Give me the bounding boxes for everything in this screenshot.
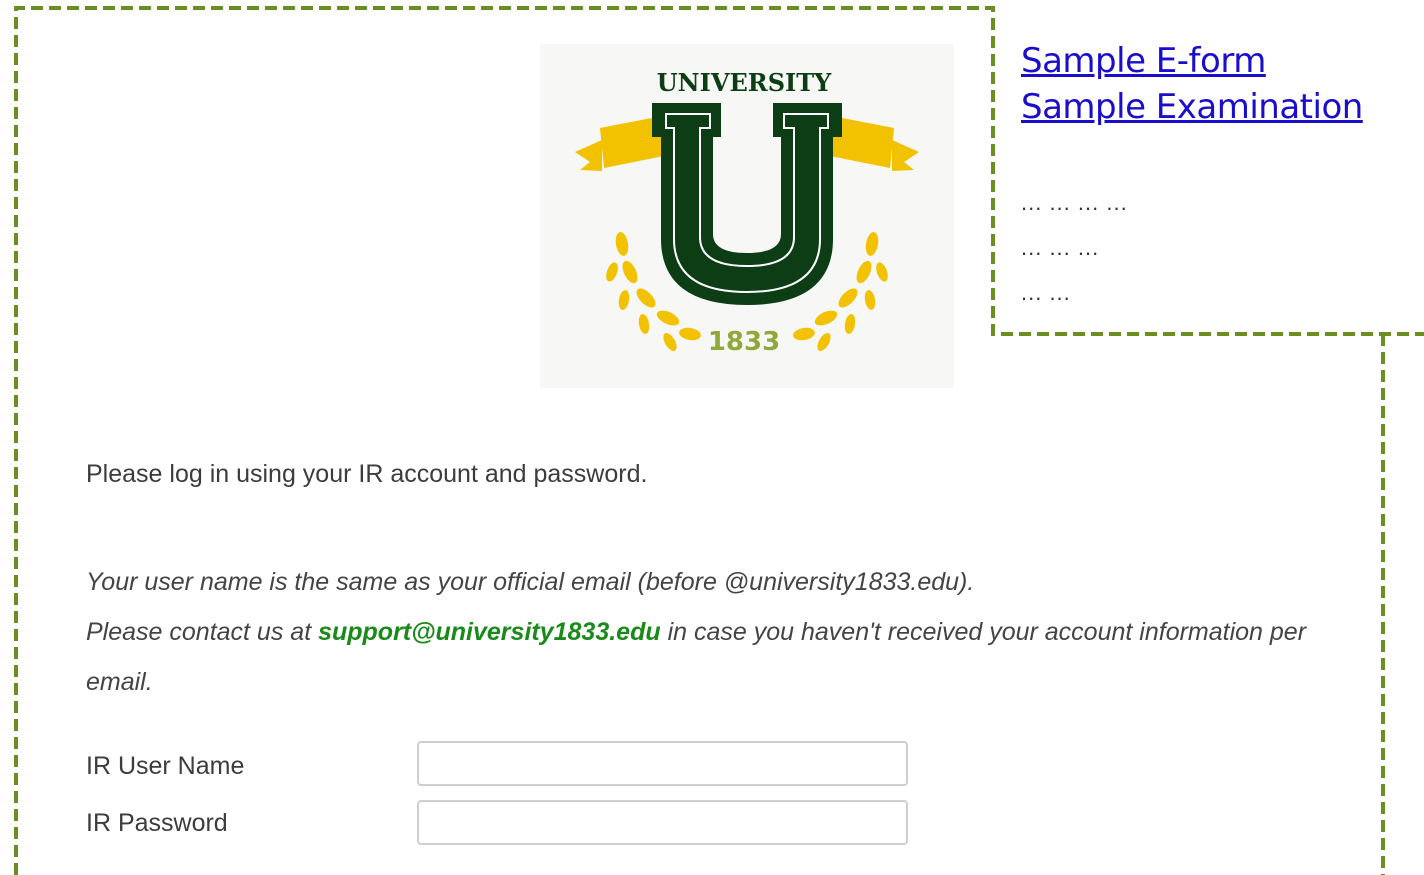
sample-eform-link[interactable]: Sample E-form xyxy=(1021,38,1363,84)
contact-prefix: Please contact us at xyxy=(86,618,319,646)
username-label: IR User Name xyxy=(86,752,245,780)
sample-links: Sample E-form Sample Examination xyxy=(1021,38,1363,130)
placeholder-line-3: ... ... xyxy=(1021,280,1071,305)
placeholder-line-2: ... ... ... xyxy=(1021,235,1100,260)
logo-year: 1833 xyxy=(708,327,780,357)
sample-examination-link[interactable]: Sample Examination xyxy=(1021,84,1363,130)
password-label: IR Password xyxy=(86,809,228,837)
password-input[interactable] xyxy=(417,800,908,845)
support-email[interactable]: support@university1833.edu xyxy=(318,618,661,646)
username-input[interactable] xyxy=(417,741,908,786)
logo-wordmark: UNIVERSITY xyxy=(657,68,832,97)
username-hint: Your user name is the same as your offic… xyxy=(86,568,975,596)
login-instructions: Please log in using your IR account and … xyxy=(86,460,648,488)
university-logo: UNIVERSITY 1833 xyxy=(540,44,954,388)
placeholder-line-1: ... ... ... ... xyxy=(1021,190,1128,215)
account-note: Your user name is the same as your offic… xyxy=(86,557,1336,707)
